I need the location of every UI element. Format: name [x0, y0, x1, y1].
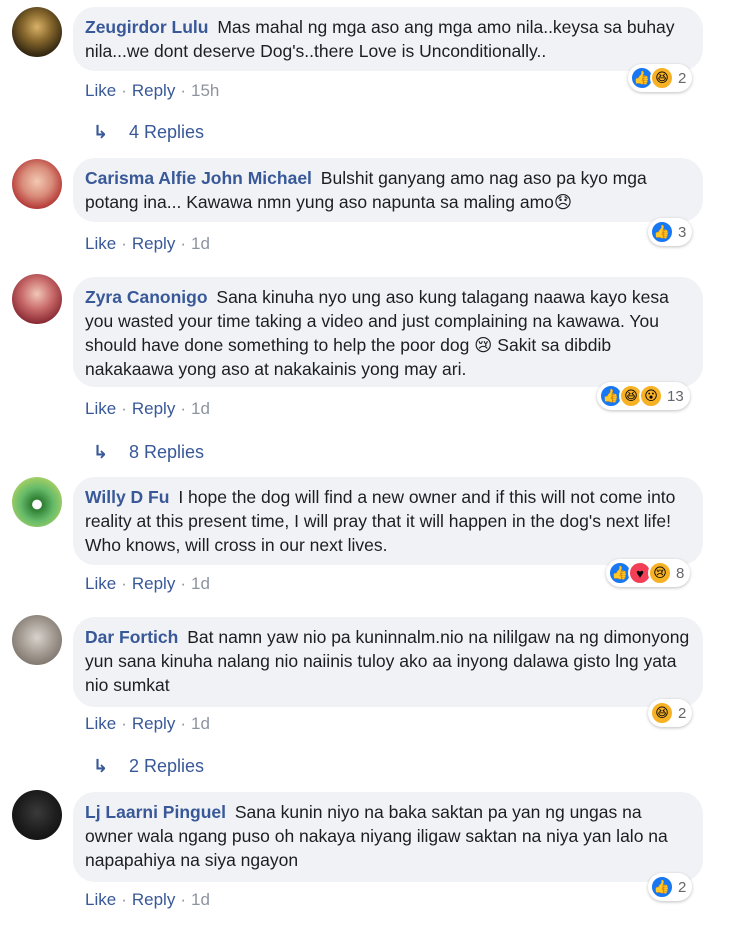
comment-time[interactable]: 1d	[191, 234, 210, 253]
avatar[interactable]	[12, 274, 62, 324]
comment-bubble: Willy D Fu I hope the dog will find a ne…	[73, 477, 703, 565]
separator: ·	[121, 399, 127, 418]
separator: ·	[121, 234, 127, 253]
reply-link[interactable]: Reply	[132, 714, 175, 733]
thumbs-up-icon: 👍	[650, 220, 674, 244]
comment-actions: Like · Reply · 15h	[85, 79, 219, 103]
reply-arrow-icon: ↳	[93, 756, 109, 776]
avatar[interactable]	[12, 790, 62, 840]
separator: ·	[180, 890, 186, 909]
separator: ·	[180, 234, 186, 253]
reaction-count: 2	[678, 704, 687, 722]
view-replies-link[interactable]: ↳ 8 Replies	[93, 440, 204, 464]
comment-actions: Like · Reply · 1d	[85, 712, 210, 736]
reaction-summary[interactable]: 😆 2	[648, 699, 693, 727]
comment-actions: Like · Reply · 1d	[85, 232, 210, 256]
comment-bubble: Lj Laarni Pinguel Sana kunin niyo na bak…	[73, 792, 703, 882]
reply-link[interactable]: Reply	[132, 81, 175, 100]
comment-actions: Like · Reply · 1d	[85, 888, 210, 912]
separator: ·	[180, 714, 186, 733]
crying-face-icon: 😢	[648, 561, 672, 585]
replies-label: 2 Replies	[129, 756, 205, 776]
reaction-summary[interactable]: 👍 2	[648, 873, 693, 901]
reaction-summary[interactable]: 👍 😆 2	[628, 64, 693, 92]
reaction-summary[interactable]: 👍 3	[648, 218, 693, 246]
reply-link[interactable]: Reply	[132, 574, 175, 593]
comment-bubble: Zeugirdor Lulu Mas mahal ng mga aso ang …	[73, 7, 703, 71]
reply-link[interactable]: Reply	[132, 399, 175, 418]
avatar[interactable]	[12, 615, 62, 665]
comment-text: I hope the dog will find a new owner and…	[85, 487, 676, 555]
comment-actions: Like · Reply · 1d	[85, 572, 210, 596]
like-link[interactable]: Like	[85, 234, 116, 253]
comment-author[interactable]: Zyra Canonigo	[85, 287, 208, 307]
reply-link[interactable]: Reply	[132, 890, 175, 909]
separator: ·	[121, 574, 127, 593]
separator: ·	[180, 574, 186, 593]
reply-arrow-icon: ↳	[93, 122, 109, 142]
comment-author[interactable]: Carisma Alfie John Michael	[85, 168, 312, 188]
reaction-count: 2	[678, 69, 687, 87]
laughing-face-icon: 😆	[650, 701, 674, 725]
comment-bubble: Carisma Alfie John Michael Bulshit ganya…	[73, 158, 703, 222]
separator: ·	[121, 714, 127, 733]
surprised-face-icon: 😮	[639, 384, 663, 408]
comment-time[interactable]: 1d	[191, 399, 210, 418]
reaction-summary[interactable]: 👍 😆 😮 13	[597, 382, 690, 410]
comment-bubble: Dar Fortich Bat namn yaw nio pa kuninnal…	[73, 617, 703, 707]
separator: ·	[121, 81, 127, 100]
view-replies-link[interactable]: ↳ 4 Replies	[93, 120, 204, 144]
like-link[interactable]: Like	[85, 399, 116, 418]
laughing-face-icon: 😆	[650, 66, 674, 90]
reaction-count: 2	[678, 878, 687, 896]
reply-arrow-icon: ↳	[93, 442, 109, 462]
like-link[interactable]: Like	[85, 714, 116, 733]
separator: ·	[180, 81, 186, 100]
like-link[interactable]: Like	[85, 574, 116, 593]
thumbs-up-icon: 👍	[650, 875, 674, 899]
reaction-count: 3	[678, 223, 687, 241]
replies-label: 8 Replies	[129, 442, 205, 462]
avatar[interactable]	[12, 477, 62, 527]
comment-author[interactable]: Willy D Fu	[85, 487, 169, 507]
comment-author[interactable]: Lj Laarni Pinguel	[85, 802, 226, 822]
comment-time[interactable]: 15h	[191, 81, 219, 100]
separator: ·	[121, 890, 127, 909]
comment-time[interactable]: 1d	[191, 714, 210, 733]
view-replies-link[interactable]: ↳ 2 Replies	[93, 754, 204, 778]
reaction-count: 8	[676, 564, 685, 582]
comment-time[interactable]: 1d	[191, 890, 210, 909]
comment-author[interactable]: Dar Fortich	[85, 627, 178, 647]
reaction-summary[interactable]: 👍 ♥ 😢 8	[606, 559, 691, 587]
comment-author[interactable]: Zeugirdor Lulu	[85, 17, 208, 37]
reply-link[interactable]: Reply	[132, 234, 175, 253]
comment-actions: Like · Reply · 1d	[85, 397, 210, 421]
separator: ·	[180, 399, 186, 418]
like-link[interactable]: Like	[85, 81, 116, 100]
like-link[interactable]: Like	[85, 890, 116, 909]
avatar[interactable]	[12, 159, 62, 209]
comment-time[interactable]: 1d	[191, 574, 210, 593]
reaction-count: 13	[667, 387, 684, 405]
avatar[interactable]	[12, 7, 62, 57]
comment-bubble: Zyra Canonigo Sana kinuha nyo ung aso ku…	[73, 277, 703, 387]
replies-label: 4 Replies	[129, 122, 205, 142]
